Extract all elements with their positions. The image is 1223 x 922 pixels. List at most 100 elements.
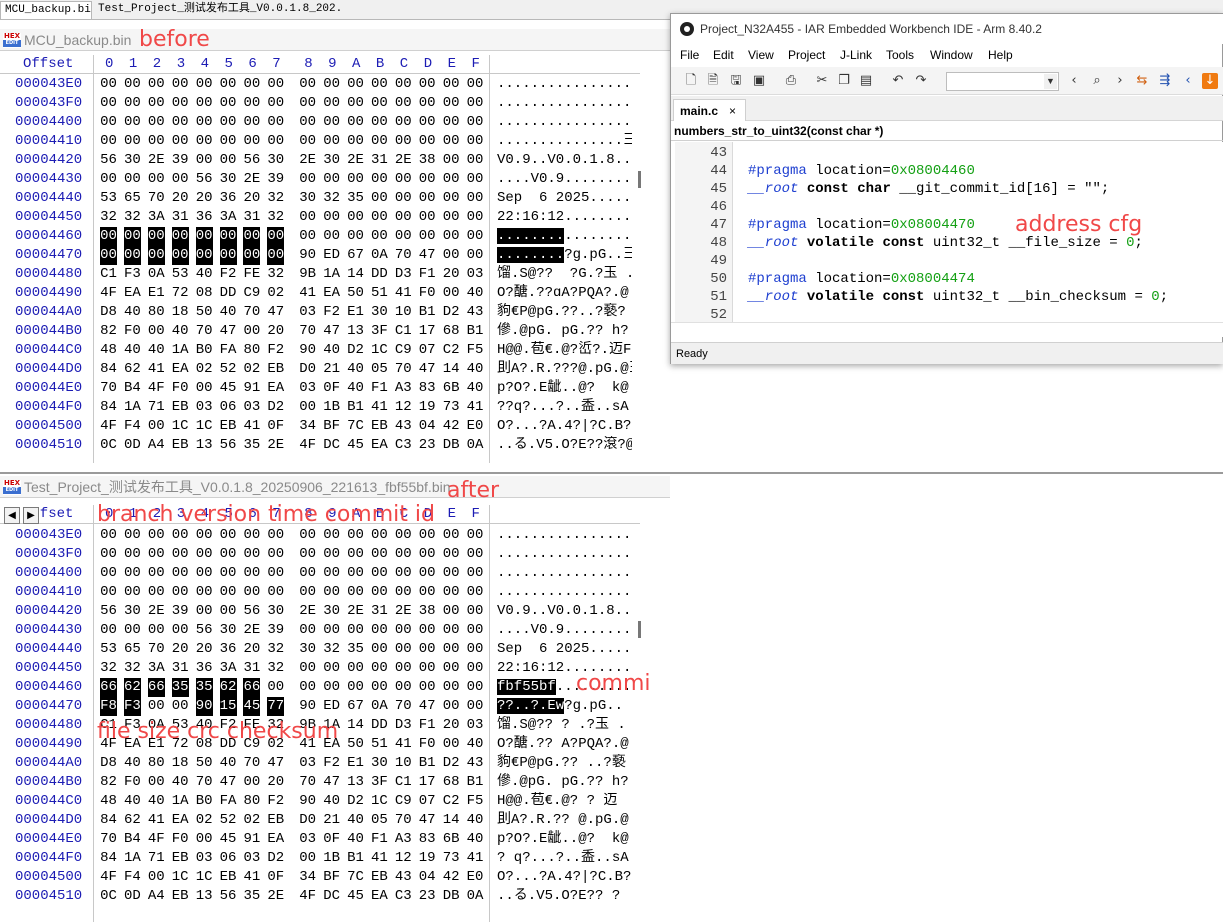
hex-byte[interactable]: 00 <box>195 246 213 265</box>
hex-byte[interactable]: 00 <box>100 227 117 246</box>
row-ascii[interactable]: ??..?.Ew?g.pG.. <box>497 697 632 716</box>
hex-byte[interactable]: 00 <box>172 583 189 602</box>
hex-byte[interactable]: 00 <box>419 189 436 208</box>
hex-byte[interactable]: 00 <box>395 94 412 113</box>
hex-byte[interactable]: 00 <box>443 678 460 697</box>
hex-byte[interactable]: 70 <box>299 322 316 341</box>
row-ascii[interactable]: O?醣.?? A?PQA?.@ <box>497 735 632 754</box>
hex-byte[interactable]: 00 <box>419 132 436 151</box>
hex-byte[interactable]: 00 <box>219 246 237 265</box>
hex-byte[interactable]: 00 <box>267 113 284 132</box>
hex-byte[interactable]: 19 <box>419 849 436 868</box>
hex-byte[interactable]: 41 <box>243 868 260 887</box>
hex-byte[interactable]: 18 <box>172 303 189 322</box>
hex-byte[interactable]: 14 <box>443 360 460 379</box>
hex-byte[interactable]: 0F <box>323 830 340 849</box>
iar-title-bar[interactable]: Project_N32A455 - IAR Embedded Workbench… <box>671 14 1223 44</box>
hex-byte[interactable]: 4F <box>148 379 165 398</box>
hex-byte[interactable]: 00 <box>267 75 284 94</box>
hex-byte[interactable]: 00 <box>419 545 436 564</box>
function-context-bar[interactable]: numbers_str_to_uint32(const char *) <box>671 121 1223 141</box>
hex-row[interactable]: 00004470 F8 F3 00 00 90 15 45 77 90 ED 67 0A 70 47 00 00… <box>0 697 640 716</box>
hex-byte[interactable]: 40 <box>323 792 340 811</box>
hex-byte[interactable]: 70 <box>243 303 260 322</box>
hex-byte[interactable]: 00 <box>299 227 316 246</box>
row-ascii[interactable]: O?醣.??ɑA?PQA?.@ <box>497 284 632 303</box>
hex-byte[interactable]: 47 <box>419 360 436 379</box>
hex-byte[interactable]: 00 <box>419 227 436 246</box>
hex-byte[interactable]: 00 <box>172 621 189 640</box>
hex-byte[interactable]: A4 <box>148 887 165 906</box>
hex-byte[interactable]: 00 <box>100 526 117 545</box>
prev-icon[interactable]: ‹ <box>1180 73 1196 89</box>
hex-byte[interactable]: 51 <box>371 284 388 303</box>
hex-byte[interactable]: 00 <box>172 526 189 545</box>
hex-byte[interactable]: 84 <box>100 849 117 868</box>
hex-byte[interactable]: 2E <box>243 621 260 640</box>
hex-byte[interactable]: 13 <box>196 436 213 455</box>
hex-byte[interactable]: 00 <box>148 868 165 887</box>
hex-byte[interactable]: 00 <box>395 564 412 583</box>
hex-byte[interactable]: ED <box>323 246 340 265</box>
hex-byte[interactable]: DC <box>323 887 340 906</box>
hex-row[interactable]: 00004490 4F EA E1 72 08 DD C9 02 41 EA 50 51 41 F0 00 40… <box>0 284 640 303</box>
hex-byte[interactable]: 00 <box>299 621 316 640</box>
hex-byte[interactable]: 23 <box>419 887 436 906</box>
hex-byte[interactable]: A3 <box>395 830 412 849</box>
hex-byte[interactable]: 00 <box>443 132 460 151</box>
hex-byte[interactable]: 0C <box>100 887 117 906</box>
hex-byte[interactable]: 30 <box>267 151 284 170</box>
hex-byte[interactable]: 6B <box>443 830 460 849</box>
hex-byte[interactable]: 00 <box>148 132 165 151</box>
hex-byte[interactable]: 00 <box>467 621 484 640</box>
hex-byte[interactable]: 47 <box>323 322 340 341</box>
hex-byte[interactable]: 43 <box>395 417 412 436</box>
hex-byte[interactable]: DB <box>443 436 460 455</box>
hex-byte[interactable]: 00 <box>395 621 412 640</box>
hex-byte[interactable]: 00 <box>467 678 484 697</box>
hex-byte[interactable]: EA <box>371 887 388 906</box>
hex-byte[interactable]: 08 <box>196 284 213 303</box>
hex-row[interactable]: 000044E0 70 B4 4F F0 00 45 91 EA 03 0F 40 F1 A3 83 6B 40… <box>0 379 640 398</box>
hex-byte[interactable]: 10 <box>395 303 412 322</box>
hex-byte[interactable]: EA <box>371 436 388 455</box>
hex-byte[interactable]: 35 <box>347 640 364 659</box>
hex-byte[interactable]: 00 <box>220 526 237 545</box>
row-ascii[interactable]: V0.9..V0.0.1.8.. <box>497 602 632 621</box>
hex-byte[interactable]: 00 <box>419 94 436 113</box>
hex-byte[interactable]: 00 <box>371 132 388 151</box>
hex-byte[interactable]: EB <box>220 868 237 887</box>
hex-byte[interactable]: 68 <box>443 322 460 341</box>
row-ascii[interactable]: ................ <box>497 583 632 602</box>
hex-byte[interactable]: 17 <box>419 322 436 341</box>
hex-byte[interactable]: 00 <box>467 659 484 678</box>
hex-byte[interactable]: 00 <box>267 583 284 602</box>
hex-byte[interactable]: F2 <box>323 303 340 322</box>
hex-byte[interactable]: EB <box>172 436 189 455</box>
hex-byte[interactable]: 04 <box>419 417 436 436</box>
hex-byte[interactable]: 80 <box>243 341 260 360</box>
hex-byte[interactable]: 20 <box>267 322 284 341</box>
hex-byte[interactable]: 00 <box>443 284 460 303</box>
hex-byte[interactable]: 0D <box>124 887 141 906</box>
hex-byte[interactable]: 4F <box>100 417 117 436</box>
hex-byte[interactable]: 00 <box>467 94 484 113</box>
hex-byte[interactable]: DD <box>220 284 237 303</box>
hex-byte[interactable]: 71 <box>148 849 165 868</box>
hex-byte[interactable]: 00 <box>347 564 364 583</box>
hex-byte[interactable]: 70 <box>196 322 213 341</box>
hex-byte[interactable]: DB <box>443 887 460 906</box>
hex-byte[interactable]: EB <box>267 811 284 830</box>
hex-byte[interactable]: 00 <box>323 132 340 151</box>
hex-row[interactable]: 000044D0 84 62 41 EA 02 52 02 EB D0 21 40 05 70 47 14 40… <box>0 811 640 830</box>
hex-byte[interactable]: 14 <box>347 716 364 735</box>
hex-byte[interactable]: 7C <box>347 868 364 887</box>
hex-byte[interactable]: 50 <box>196 754 213 773</box>
hex-byte[interactable]: 12 <box>395 398 412 417</box>
hex-byte[interactable]: 00 <box>172 170 189 189</box>
row-ascii[interactable]: ??q?...?..盉..sA <box>497 398 632 417</box>
hex-byte[interactable]: 00 <box>220 602 237 621</box>
hex-row[interactable]: 00004500 4F F4 00 1C 1C EB 41 0F 34 BF 7C EB 43 04 42 E0… <box>0 868 640 887</box>
hex-byte[interactable]: 00 <box>243 773 260 792</box>
hex-byte[interactable]: F2 <box>267 341 284 360</box>
